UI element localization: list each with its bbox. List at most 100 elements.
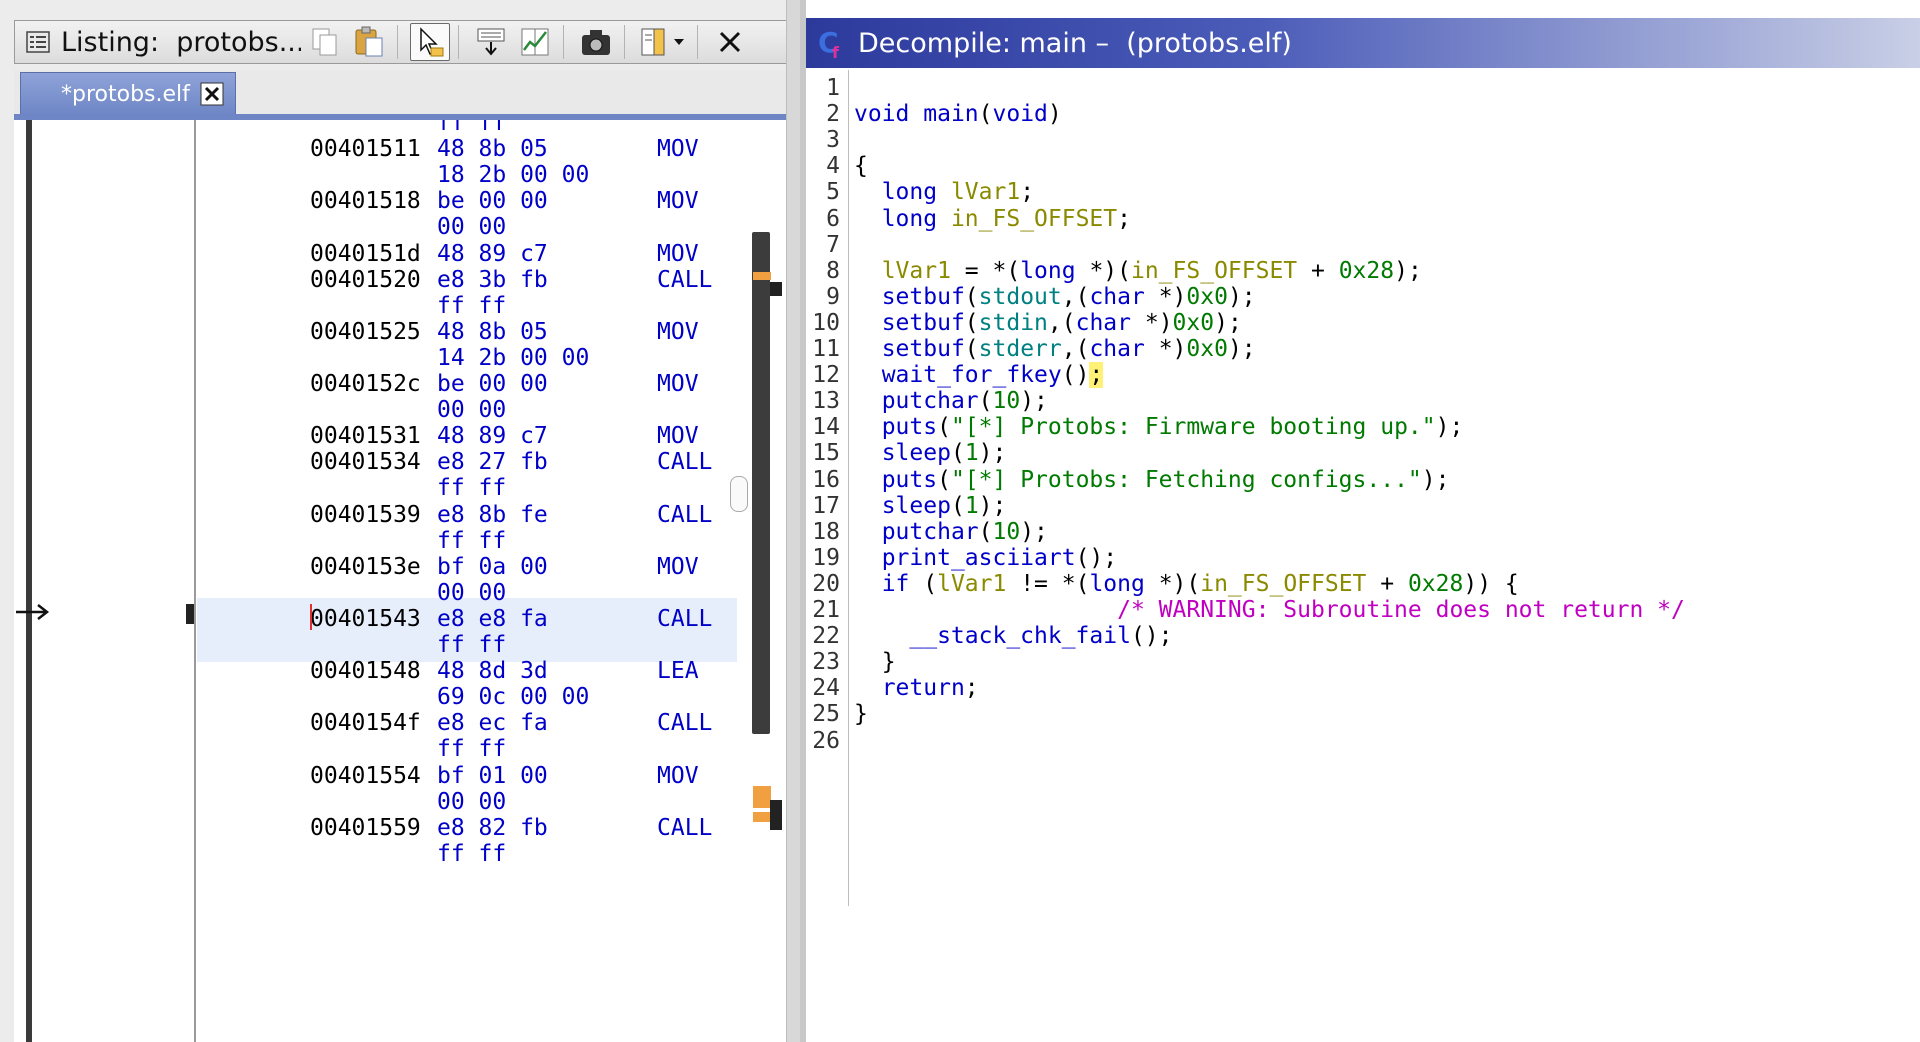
code-token: ( — [964, 336, 979, 362]
field-navigator-icon[interactable] — [471, 23, 511, 61]
snapshot-camera-icon[interactable] — [576, 23, 616, 61]
layout-menu-icon[interactable] — [637, 23, 689, 61]
decompile-header: Cf Decompile: main – (protobs.elf) — [806, 18, 1920, 68]
overview-marker[interactable] — [753, 272, 771, 280]
code-token: lVar1 — [950, 179, 1021, 206]
decompile-code-view[interactable]: 1 2 void main(void) 3 4{5 long lVar1; 6 long … — [806, 70, 1920, 1042]
code-token: long — [1089, 570, 1145, 597]
code-token: long — [1020, 257, 1076, 284]
code-token: *)( — [1144, 570, 1201, 597]
code-token: 0x0 — [1186, 283, 1228, 310]
listing-row[interactable]: ff ff — [14, 838, 754, 870]
code-token: stdout — [978, 283, 1062, 310]
code-token: = *( — [950, 257, 1021, 284]
column-resize-handle[interactable] — [730, 476, 748, 512]
code-token: puts — [881, 466, 938, 493]
code-token: *) — [1144, 336, 1187, 362]
code-token: } — [854, 649, 896, 676]
overview-marker[interactable] — [770, 800, 782, 830]
decompiler-icon: Cf — [814, 25, 850, 61]
code-token: ( — [978, 518, 993, 545]
code-token: 0x0 — [1186, 336, 1228, 362]
code-token: "[*] Protobs: Firmware booting up." — [950, 414, 1436, 441]
listing-code-view[interactable]: ff ff 00401511 48 8b 05 MOV 18 2b 00 00 00401… — [14, 120, 788, 1042]
code-token: ( — [978, 388, 993, 415]
code-token: stderr — [978, 336, 1062, 362]
paste-icon[interactable] — [349, 23, 389, 61]
text-caret — [310, 604, 312, 630]
code-token: 0x28 — [1338, 257, 1395, 284]
code-token: *)( — [1075, 257, 1131, 284]
overview-marker[interactable] — [753, 812, 771, 822]
overview-marker[interactable] — [753, 786, 771, 808]
code-token: ( — [909, 570, 938, 597]
close-icon[interactable] — [710, 23, 750, 61]
code-token: print_asciiart — [881, 544, 1076, 571]
code-line[interactable]: 26 — [806, 725, 1916, 757]
code-token: wait_for_fkey — [881, 362, 1062, 389]
toolbar-separator — [624, 25, 625, 59]
code-token: ( — [937, 414, 951, 441]
code-token: ; — [1117, 205, 1131, 232]
code-token: + — [1297, 257, 1339, 284]
code-token: )) { — [1463, 570, 1519, 597]
code-token: putchar — [881, 388, 979, 415]
code-token: ); — [1227, 283, 1256, 310]
toolbar-separator — [397, 25, 398, 59]
code-token: sleep — [881, 492, 951, 519]
code-token: main — [923, 101, 979, 128]
decompile-panel: Cf Decompile: main – (protobs.elf) 1 2 voi… — [800, 0, 1920, 1042]
code-token: in_FS_OFFSET — [1130, 257, 1298, 284]
code-token: (); — [1075, 544, 1118, 571]
tab-protobs-elf[interactable]: *protobs.elf — [20, 72, 236, 116]
overview-marker[interactable] — [770, 282, 782, 296]
svg-text:f: f — [832, 43, 840, 60]
diff-view-icon[interactable] — [515, 23, 555, 61]
code-token: long — [881, 179, 938, 206]
code-token: in_FS_OFFSET — [1200, 570, 1367, 597]
code-token: ,( — [1061, 336, 1090, 362]
code-token: ); — [1020, 388, 1048, 415]
code-token: setbuf — [881, 309, 965, 336]
code-token: void — [992, 101, 1048, 128]
code-token: } — [854, 701, 868, 728]
code-token: 0x0 — [1172, 309, 1215, 336]
decompile-lines: 1 2 void main(void) 3 4{5 long lVar1; 6 long … — [806, 70, 1920, 1042]
code-token: ,( — [1047, 309, 1076, 336]
listing-header: Listing: protobs.... — [14, 20, 788, 64]
cursor-select-icon[interactable] — [410, 23, 450, 61]
code-token: setbuf — [881, 336, 965, 362]
code-token: 1 — [964, 440, 979, 467]
decompile-title: Decompile: main – (protobs.elf) — [858, 27, 1292, 59]
listing-tab-strip: *protobs.elf — [14, 70, 788, 116]
tab-close-icon[interactable] — [199, 81, 225, 107]
copy-icon[interactable] — [305, 23, 345, 61]
code-token: ( — [937, 466, 951, 493]
code-token: __stack_chk_fail — [909, 623, 1131, 650]
code-token: lVar1 — [937, 570, 1007, 597]
listing-icon — [23, 28, 53, 56]
code-token: 10 — [992, 518, 1021, 545]
code-token: char — [1089, 283, 1145, 310]
listing-title: Listing: protobs.... — [61, 26, 301, 58]
code-token: ( — [964, 283, 979, 310]
code-token: *) — [1131, 309, 1173, 336]
tab-label: *protobs.elf — [61, 81, 190, 107]
code-token: return — [881, 675, 965, 702]
code-token: 1 — [964, 492, 979, 519]
vertical-scrollbar[interactable] — [752, 232, 770, 734]
code-token: 10 — [992, 388, 1021, 415]
code-token: (); — [1130, 623, 1173, 650]
listing-rows: ff ff 00401511 48 8b 05 MOV 18 2b 00 00 00401… — [14, 120, 754, 1042]
